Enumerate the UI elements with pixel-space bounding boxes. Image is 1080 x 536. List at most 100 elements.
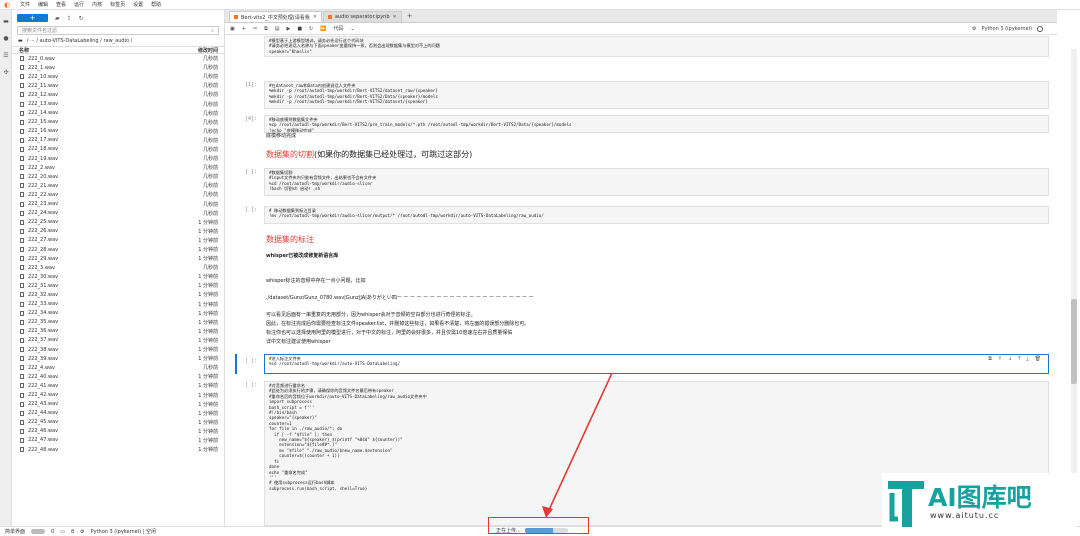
run-all-icon[interactable]: ⏩ bbox=[320, 26, 326, 32]
file-row[interactable]: 222_12.wav 几秒前 bbox=[12, 90, 224, 99]
file-row[interactable]: 222_36.wav 1 分钟前 bbox=[12, 327, 224, 336]
file-row[interactable]: 222_32.wav 1 分钟前 bbox=[12, 290, 224, 299]
file-row[interactable]: 222_15.wav 几秒前 bbox=[12, 118, 224, 127]
file-row[interactable]: 222_29.wav 1 分钟前 bbox=[12, 254, 224, 263]
running-icon[interactable]: ● bbox=[0, 32, 12, 44]
delete-icon[interactable]: 🗑 bbox=[1035, 356, 1041, 362]
refresh-icon[interactable]: ↻ bbox=[79, 15, 84, 22]
file-row[interactable]: 222_31.wav 1 分钟前 bbox=[12, 281, 224, 290]
move-up-icon[interactable]: ↑ bbox=[998, 356, 1002, 362]
code-cell[interactable]: # 移动数据集到标注目录 !mv /root/autodl-tmp/workdi… bbox=[264, 206, 1049, 224]
file-row[interactable]: 222_13.wav 几秒前 bbox=[12, 99, 224, 108]
file-row[interactable]: 222_37.wav 1 分钟前 bbox=[12, 336, 224, 345]
copy-icon[interactable]: ⧉ bbox=[264, 26, 268, 32]
paste-icon[interactable]: ▤ bbox=[275, 26, 280, 32]
tab-audio-separator[interactable]: audio separator.ipynb ✕ bbox=[322, 11, 402, 22]
file-search-input[interactable]: 搜索文件名过滤 ⌕ bbox=[17, 26, 219, 35]
column-modified[interactable]: 修改时间 bbox=[198, 47, 218, 54]
close-icon[interactable]: ✕ bbox=[393, 14, 397, 20]
file-row[interactable]: 222_43.wav 1 分钟前 bbox=[12, 400, 224, 409]
file-row[interactable]: 222_44.wav 1 分钟前 bbox=[12, 409, 224, 418]
file-row[interactable]: 222_4.wav 几秒前 bbox=[12, 363, 224, 372]
move-down-icon[interactable]: ↓ bbox=[1008, 356, 1012, 362]
file-row[interactable]: 222_3.wav 几秒前 bbox=[12, 263, 224, 272]
file-row[interactable]: 222_26.wav 1 分钟前 bbox=[12, 227, 224, 236]
menu-edit[interactable]: 编辑 bbox=[38, 1, 48, 8]
kernel-indicator[interactable]: ⚙ Python 3 (ipykernel) bbox=[972, 25, 1057, 32]
upload-icon[interactable]: ⇪ bbox=[67, 15, 72, 22]
file-row[interactable]: 222_21.wav 几秒前 bbox=[12, 181, 224, 190]
file-row[interactable]: 222_10.wav 几秒前 bbox=[12, 72, 224, 81]
restart-icon[interactable]: ↻ bbox=[309, 26, 313, 32]
notebook-scrollbar[interactable] bbox=[1071, 49, 1077, 526]
file-row[interactable]: 222_33.wav 1 分钟前 bbox=[12, 300, 224, 309]
menu-tabs[interactable]: 标签页 bbox=[110, 1, 125, 8]
toc-icon[interactable]: ☰ bbox=[0, 49, 12, 61]
folder-icon[interactable]: ▬ bbox=[18, 38, 23, 44]
file-row[interactable]: 222_47.wav 1 分钟前 bbox=[12, 436, 224, 445]
add-cell-icon[interactable]: + bbox=[242, 26, 246, 32]
file-row[interactable]: 222_42.wav 1 分钟前 bbox=[12, 390, 224, 399]
file-row[interactable]: 222_20.wav 几秒前 bbox=[12, 172, 224, 181]
file-row[interactable]: 222_41.wav 1 分钟前 bbox=[12, 381, 224, 390]
file-row[interactable]: 222_48.wav 1 分钟前 bbox=[12, 445, 224, 454]
file-row[interactable]: 222_39.wav 1 分钟前 bbox=[12, 354, 224, 363]
file-row[interactable]: 222_14.wav 几秒前 bbox=[12, 109, 224, 118]
cell-type-select[interactable]: 代码 bbox=[333, 25, 343, 32]
file-row[interactable]: 222_25.wav 1 分钟前 bbox=[12, 218, 224, 227]
menu-run[interactable]: 运行 bbox=[74, 1, 84, 8]
menu-view[interactable]: 查看 bbox=[56, 1, 66, 8]
file-row[interactable]: 222_38.wav 1 分钟前 bbox=[12, 345, 224, 354]
file-row[interactable]: 222_27.wav 1 分钟前 bbox=[12, 236, 224, 245]
kernel-status[interactable]: Python 3 (ipykernel) | 空闲 bbox=[91, 528, 156, 535]
tab-notebook-main[interactable]: Bert-vits2_中文预处理(请看我 ✕ bbox=[229, 11, 322, 22]
file-row[interactable]: 222_2.wav 几秒前 bbox=[12, 163, 224, 172]
new-folder-icon[interactable]: ▰ bbox=[55, 15, 60, 22]
file-row[interactable]: 222_46.wav 1 分钟前 bbox=[12, 427, 224, 436]
code-cell-active[interactable]: #进入标注文件夹 %cd /root/autodl-tmp/workdir/au… bbox=[264, 354, 1049, 374]
cut-icon[interactable]: ✂ bbox=[253, 26, 257, 32]
file-row[interactable]: 222_28.wav 1 分钟前 bbox=[12, 245, 224, 254]
file-row[interactable]: 222_1.wav 几秒前 bbox=[12, 63, 224, 72]
file-row[interactable]: 222_45.wav 1 分钟前 bbox=[12, 418, 224, 427]
code-cell[interactable]: #模型基于上游模型增训，请务必先运行这个代码块 #请务必把说话人名称与下面spe… bbox=[264, 36, 1049, 57]
file-row[interactable]: 222_24.wav 几秒前 bbox=[12, 209, 224, 218]
file-row[interactable]: 222_35.wav 1 分钟前 bbox=[12, 318, 224, 327]
file-row[interactable]: 222_18.wav 几秒前 bbox=[12, 145, 224, 154]
file-row[interactable]: 222_40.wav 1 分钟前 bbox=[12, 372, 224, 381]
file-row[interactable]: 222_17.wav 几秒前 bbox=[12, 136, 224, 145]
save-icon[interactable]: ▣ bbox=[230, 26, 235, 32]
code-cell[interactable]: #移动底模到数据集文件夹 %cp /root/autodl-tmp/workdi… bbox=[264, 115, 1049, 133]
run-icon[interactable]: ▶ bbox=[286, 26, 290, 32]
duplicate-icon[interactable]: ⧉ bbox=[988, 356, 992, 362]
code-cell[interactable]: #在dataset_raw和Data内创建说话人文件夹 %mkdir -p /r… bbox=[264, 81, 1049, 109]
extension-icon[interactable]: ✣ bbox=[0, 66, 12, 78]
simple-mode-toggle[interactable] bbox=[31, 529, 46, 534]
code-cell[interactable]: #数据集切割 #input文件夹内只能有音频文件，出结果也不会有文件夹 %cd … bbox=[264, 168, 1049, 196]
stop-icon[interactable]: ■ bbox=[297, 26, 302, 32]
file-row[interactable]: 222_23.wav 几秒前 bbox=[12, 200, 224, 209]
menu-file[interactable]: 文件 bbox=[20, 1, 30, 8]
file-row[interactable]: 222_19.wav 几秒前 bbox=[12, 154, 224, 163]
new-launcher-button[interactable]: + bbox=[17, 14, 48, 22]
file-row[interactable]: 222_22.wav 几秒前 bbox=[12, 190, 224, 199]
file-row[interactable]: 222_0.wav 几秒前 bbox=[12, 54, 224, 63]
file-icon bbox=[20, 247, 24, 253]
gear-icon[interactable]: ⚙ bbox=[972, 26, 976, 32]
column-name[interactable]: 名称 bbox=[19, 47, 29, 54]
file-row[interactable]: 222_16.wav 几秒前 bbox=[12, 127, 224, 136]
file-row[interactable]: 222_34.wav 1 分钟前 bbox=[12, 309, 224, 318]
new-tab-icon[interactable]: + bbox=[403, 11, 417, 22]
close-icon[interactable]: ✕ bbox=[313, 14, 317, 20]
menu-kernel[interactable]: 内核 bbox=[92, 1, 102, 8]
breadcrumb-path[interactable]: / ··· / auto-VITS-DataLabeling / raw_aud… bbox=[27, 38, 133, 44]
chevron-down-icon[interactable]: ⌄ bbox=[351, 26, 355, 32]
menu-settings[interactable]: 设置 bbox=[133, 1, 143, 8]
file-row[interactable]: 222_11.wav 几秒前 bbox=[12, 81, 224, 90]
file-row[interactable]: 222_30.wav 1 分钟前 bbox=[12, 272, 224, 281]
menu-help[interactable]: 帮助 bbox=[151, 1, 161, 8]
insert-below-icon[interactable]: ⤓ bbox=[1026, 356, 1028, 362]
folder-icon[interactable]: ▬ bbox=[0, 15, 12, 27]
scrollbar-thumb[interactable] bbox=[1071, 299, 1077, 384]
insert-above-icon[interactable]: ⤒ bbox=[1018, 356, 1020, 362]
